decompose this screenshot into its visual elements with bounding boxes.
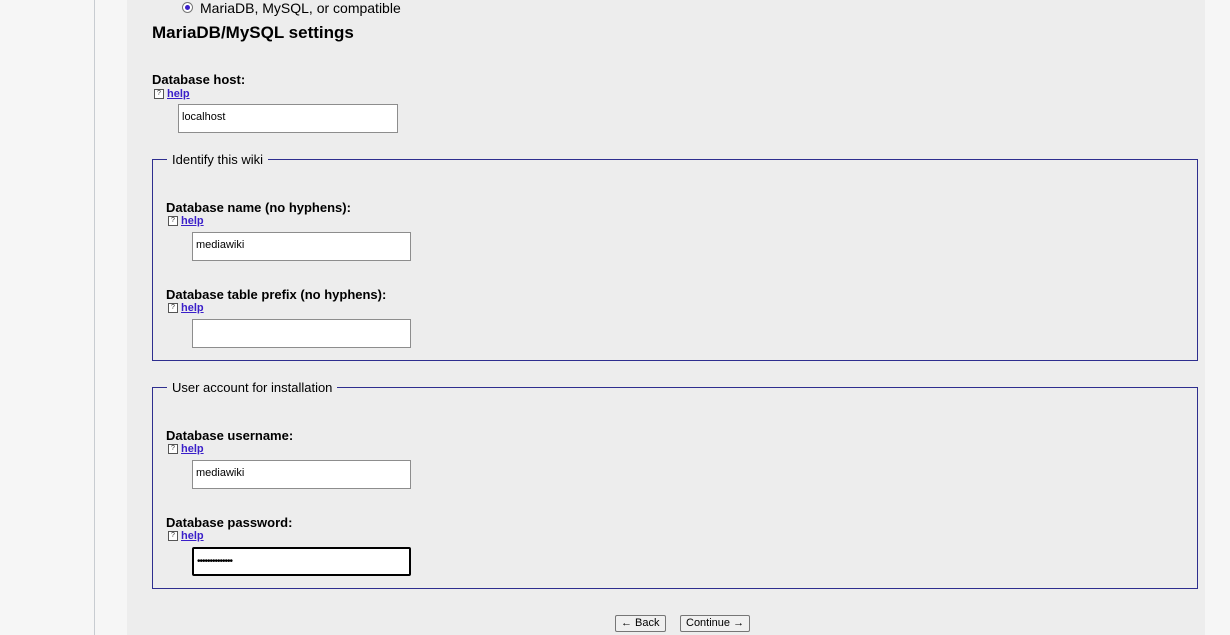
help-link[interactable]: help — [181, 530, 204, 542]
help-icon: ? — [168, 531, 178, 541]
db-name-help[interactable]: ? help — [168, 215, 204, 227]
db-host-help[interactable]: ? help — [154, 88, 190, 100]
db-username-label: Database username: — [166, 428, 294, 443]
radio-selected-icon[interactable] — [182, 1, 193, 13]
db-host-input[interactable]: localhost — [178, 104, 398, 133]
table-prefix-help[interactable]: ? help — [168, 302, 204, 314]
db-password-input[interactable]: •••••••••••••• — [192, 547, 411, 576]
help-icon: ? — [168, 444, 178, 454]
db-type-label: MariaDB, MySQL, or compatible — [200, 0, 401, 16]
db-type-option-mysql[interactable]: MariaDB, MySQL, or compatible — [182, 0, 401, 16]
sidebar-divider — [94, 0, 95, 635]
help-link[interactable]: help — [181, 443, 204, 455]
db-password-label: Database password: — [166, 515, 293, 530]
db-password-help[interactable]: ? help — [168, 530, 204, 542]
table-prefix-label: Database table prefix (no hyphens): — [166, 287, 387, 302]
help-icon: ? — [168, 303, 178, 313]
help-link[interactable]: help — [167, 88, 190, 100]
help-link[interactable]: help — [181, 215, 204, 227]
back-button[interactable]: ← Back — [615, 615, 666, 632]
table-prefix-input[interactable] — [192, 319, 411, 348]
section-title: MariaDB/MySQL settings — [152, 23, 354, 42]
db-name-input[interactable]: mediawiki — [192, 232, 411, 261]
continue-button[interactable]: Continue → — [680, 615, 751, 632]
help-icon: ? — [154, 89, 164, 99]
user-account-legend: User account for installation — [167, 380, 338, 395]
db-username-input[interactable]: mediawiki — [192, 460, 411, 489]
sidebar-area — [95, 0, 127, 635]
identify-wiki-legend: Identify this wiki — [167, 152, 269, 167]
help-link[interactable]: help — [181, 302, 204, 314]
db-host-label: Database host: — [152, 72, 246, 87]
db-username-help[interactable]: ? help — [168, 443, 204, 455]
db-name-label: Database name (no hyphens): — [166, 200, 351, 215]
help-icon: ? — [168, 216, 178, 226]
